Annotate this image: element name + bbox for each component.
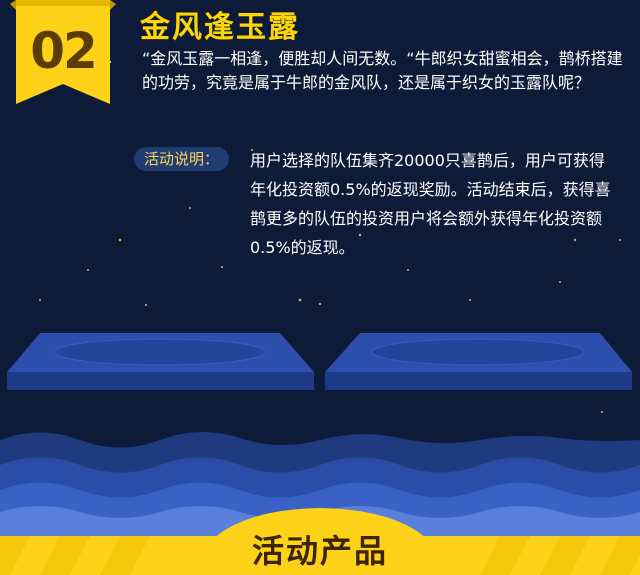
description-label-badge: 活动说明： — [134, 147, 230, 171]
team-platforms — [7, 333, 632, 390]
section-number: 02 — [30, 22, 98, 80]
intro-text: “金风玉露一相逢，便胜却人间无数。“牛郎织女甜蜜相会，鹊桥搭建的功劳，究竟是属于… — [142, 49, 623, 92]
section-title: 金风逢玉露 — [140, 10, 300, 45]
platform-left — [7, 333, 314, 390]
description-text: 用户选择的队伍集齐20000只喜鹊后，用户可获得年化投资额0.5%的返现奖励。活… — [250, 151, 611, 257]
platform-right — [325, 333, 632, 390]
products-section-title: 活动产品 — [251, 532, 388, 570]
section-number-banner: 02 — [10, 0, 122, 104]
